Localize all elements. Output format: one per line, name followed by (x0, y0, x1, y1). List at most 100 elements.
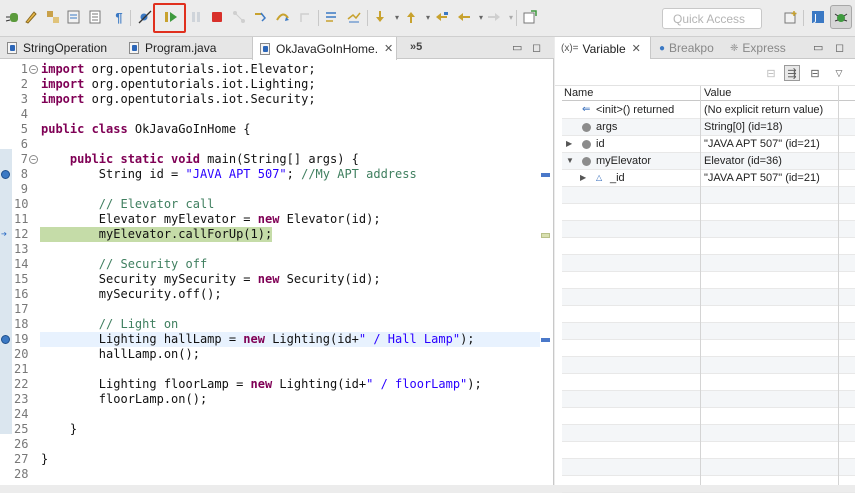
line-number: 23 (14, 392, 29, 406)
back-icon[interactable] (455, 8, 473, 26)
sync-icon[interactable] (44, 8, 62, 26)
code-line-27: } (41, 452, 49, 466)
use-step-filters-icon[interactable] (345, 8, 363, 26)
gutter-line: 9 (0, 182, 554, 197)
java-perspective-icon[interactable]: J (809, 8, 827, 26)
variable-value: "JAVA APT 507" (id=21) (704, 138, 820, 150)
tab-breakpoints[interactable]: ● Breakpo (659, 37, 714, 59)
collapse-all-icon[interactable]: ⊟ (807, 65, 823, 81)
skip-breakpoints-icon[interactable] (136, 8, 154, 26)
empty-row (562, 323, 855, 340)
main-toolbar: ¶ ▾ ▾ ▾ ▾ Quick Access J (0, 0, 855, 37)
tab-program-java[interactable]: Program.java (122, 37, 252, 59)
variable-row[interactable]: ▼ myElevator Elevator (id=36) (562, 153, 855, 170)
tab-okjavagoinhome[interactable]: OkJavaGoInHome. ✕ (252, 37, 397, 60)
svg-text:J: J (813, 13, 817, 24)
tab-overflow[interactable]: »5 (410, 41, 422, 53)
overview-current-mark[interactable] (541, 233, 550, 238)
maximize-icon[interactable]: ◻ (532, 41, 541, 54)
pin-icon[interactable] (521, 8, 539, 26)
breakpoint-icon[interactable] (1, 335, 10, 344)
code-line-11: Elevator myElevator = new Elevator(id); (41, 212, 381, 226)
return-value-icon: ⇐ (582, 104, 591, 115)
variable-name: args (596, 121, 618, 133)
maximize-icon[interactable]: ◻ (835, 41, 844, 54)
fold-toggle-icon[interactable]: − (29, 155, 38, 164)
empty-row (562, 221, 855, 238)
empty-row (562, 391, 855, 408)
show-logical-structure-icon[interactable]: ⇶ (784, 65, 800, 81)
code-line-16: mySecurity.off(); (41, 287, 222, 301)
variable-name: myElevator (596, 155, 652, 167)
line-number: 4 (20, 107, 28, 121)
variables-icon: (x)= (561, 43, 579, 54)
close-icon[interactable]: ✕ (384, 42, 393, 55)
column-header-value[interactable]: Value (704, 87, 731, 99)
code-line-19: Lighting hallLamp = new Lighting(id+" / … (41, 332, 475, 346)
column-divider[interactable] (838, 86, 839, 485)
tab-expressions[interactable]: ❈ Express (730, 37, 786, 59)
gutter-line: 27 (0, 452, 554, 467)
overview-breakpoint-mark[interactable] (541, 338, 550, 342)
resume-icon[interactable] (162, 8, 180, 26)
variable-row[interactable]: ⇐ <init>() returned (No explicit return va… (562, 102, 855, 119)
java-editor: StringOperation Program.java OkJavaGoInH… (0, 37, 554, 485)
highlight-icon[interactable] (22, 8, 40, 26)
breakpoint-icon[interactable] (1, 170, 10, 179)
terminate-icon[interactable] (208, 8, 226, 26)
fold-toggle-icon[interactable]: − (29, 65, 38, 74)
outline-icon[interactable] (86, 8, 104, 26)
java-file-icon (259, 42, 271, 55)
close-icon[interactable]: ✕ (632, 42, 641, 55)
gutter-line: 25 (0, 422, 554, 437)
next-annotation-icon[interactable] (371, 8, 389, 26)
drop-to-frame-icon[interactable] (323, 8, 341, 26)
step-over-icon[interactable] (274, 8, 292, 26)
tab-variables[interactable]: (x)= Variable ✕ (555, 37, 651, 60)
step-into-icon[interactable] (252, 8, 270, 26)
variable-row[interactable]: ▶ △ _id "JAVA APT 507" (id=21) (562, 170, 855, 187)
empty-row (562, 459, 855, 476)
column-divider[interactable] (700, 86, 701, 485)
expand-icon[interactable]: ▶ (580, 170, 586, 186)
code-line-7: public static void main(String[] args) { (69, 152, 359, 166)
expressions-icon: ❈ (730, 42, 739, 54)
open-perspective-icon[interactable] (782, 8, 800, 26)
tasks-icon[interactable] (65, 8, 83, 26)
debug-perspective-icon[interactable] (830, 5, 852, 29)
disconnect-icon[interactable] (230, 8, 248, 26)
view-menu-icon[interactable]: ▽ (831, 65, 847, 81)
quick-access-input[interactable]: Quick Access (662, 8, 762, 29)
last-edit-icon[interactable] (433, 8, 451, 26)
local-variable-icon (582, 140, 591, 149)
tab-label: Program.java (145, 41, 217, 55)
chevron-down-icon[interactable]: ▾ (502, 8, 520, 26)
variable-row[interactable]: ▶ id "JAVA APT 507" (id=21) (562, 136, 855, 153)
step-return-icon[interactable] (296, 8, 314, 26)
prev-annotation-icon[interactable] (402, 8, 420, 26)
forward-icon[interactable] (485, 8, 503, 26)
show-type-names-icon[interactable]: ⊟ (763, 65, 779, 81)
line-number: 27 (14, 452, 29, 466)
debug-icon[interactable] (3, 8, 21, 26)
minimize-icon[interactable]: ▭ (813, 41, 823, 54)
variables-view: (x)= Variable ✕ ● Breakpo ❈ Express ▭ ◻ … (555, 37, 855, 493)
expand-icon[interactable]: ▶ (566, 136, 572, 152)
toolbar-separator (367, 10, 368, 26)
line-number: 26 (14, 437, 29, 451)
minimize-icon[interactable]: ▭ (512, 41, 522, 54)
empty-row (562, 340, 855, 357)
variable-row[interactable]: args String[0] (id=18) (562, 119, 855, 136)
tab-stringoperation[interactable]: StringOperation (0, 37, 122, 59)
code-area[interactable]: 1−2 3 4 5 6 7−8 9 10 11 12 ➔ 13 14 15 16 17 18 19 20 21 22 23… (0, 59, 554, 485)
variable-name: <init>() returned (596, 104, 675, 116)
line-number: 19 (14, 332, 29, 346)
gutter-line: 6 (0, 137, 554, 152)
suspend-icon[interactable] (187, 8, 205, 26)
column-header-name[interactable]: Name (564, 87, 593, 99)
collapse-icon[interactable]: ▼ (566, 153, 574, 169)
show-whitespace-icon[interactable]: ¶ (110, 8, 128, 26)
line-number: 1 (20, 62, 28, 76)
overview-breakpoint-mark[interactable] (541, 173, 550, 177)
local-variable-icon (582, 157, 591, 166)
